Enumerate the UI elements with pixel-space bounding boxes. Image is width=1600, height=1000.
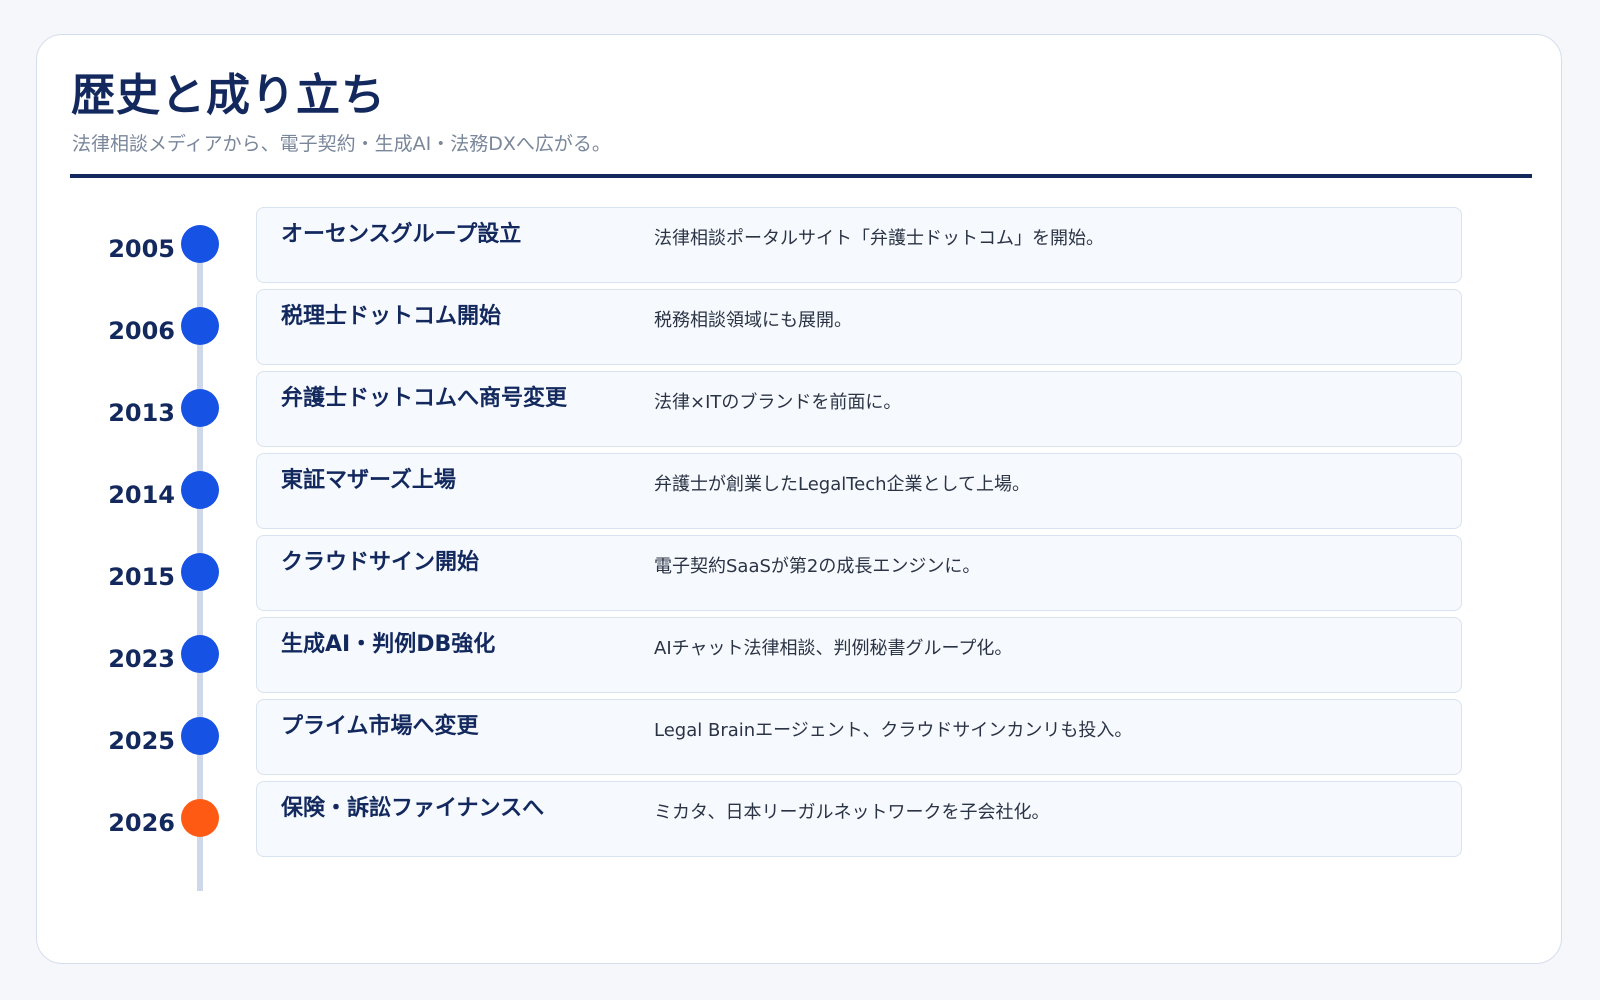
title-divider (70, 174, 1532, 178)
timeline-year: 2025 (108, 727, 175, 755)
timeline-event: クラウドサイン開始 (281, 550, 480, 575)
timeline-year: 2014 (108, 481, 175, 509)
timeline-dot (181, 553, 219, 591)
timeline-dot (181, 389, 219, 427)
timeline-row-2025: 2025 プライム市場へ変更 Legal Brainエージェント、クラウドサイン… (37, 699, 1563, 775)
timeline-card: オーセンスグループ設立 法律相談ポータルサイト「弁護士ドットコム」を開始。 (256, 207, 1462, 283)
timeline-card: クラウドサイン開始 電子契約SaaSが第2の成長エンジンに。 (256, 535, 1462, 611)
timeline-description: 法律×ITのブランドを前面に。 (654, 392, 902, 413)
timeline-card: 税理士ドットコム開始 税務相談領域にも展開。 (256, 289, 1462, 365)
timeline-description: 弁護士が創業したLegalTech企業として上場。 (654, 474, 1031, 495)
timeline-event: 東証マザーズ上場 (281, 468, 456, 493)
timeline-row-2015: 2015 クラウドサイン開始 電子契約SaaSが第2の成長エンジンに。 (37, 535, 1563, 611)
timeline-description: Legal Brainエージェント、クラウドサインカンリも投入。 (654, 720, 1133, 741)
timeline-dot (181, 471, 219, 509)
timeline-row-2026: 2026 保険・訴訟ファイナンスへ ミカタ、日本リーガルネットワークを子会社化。 (37, 781, 1563, 857)
timeline-year: 2006 (108, 317, 175, 345)
timeline-event: 生成AI・判例DB強化 (281, 632, 496, 657)
timeline-card: プライム市場へ変更 Legal Brainエージェント、クラウドサインカンリも投… (256, 699, 1462, 775)
timeline-card: 東証マザーズ上場 弁護士が創業したLegalTech企業として上場。 (256, 453, 1462, 529)
timeline-row-2014: 2014 東証マザーズ上場 弁護士が創業したLegalTech企業として上場。 (37, 453, 1563, 529)
timeline-description: AIチャット法律相談、判例秘書グループ化。 (654, 638, 1013, 659)
timeline-dot (181, 225, 219, 263)
timeline-dot (181, 635, 219, 673)
timeline-dot (181, 717, 219, 755)
timeline-row-2013: 2013 弁護士ドットコムへ商号変更 法律×ITのブランドを前面に。 (37, 371, 1563, 447)
timeline-dot (181, 307, 219, 345)
timeline-year: 2026 (108, 809, 175, 837)
timeline-card: 保険・訴訟ファイナンスへ ミカタ、日本リーガルネットワークを子会社化。 (256, 781, 1462, 857)
timeline-dot-highlight (181, 799, 219, 837)
timeline-year: 2015 (108, 563, 175, 591)
timeline-event: 弁護士ドットコムへ商号変更 (281, 386, 568, 411)
timeline-card: 生成AI・判例DB強化 AIチャット法律相談、判例秘書グループ化。 (256, 617, 1462, 693)
timeline-year: 2023 (108, 645, 175, 673)
timeline-year: 2013 (108, 399, 175, 427)
timeline-description: 税務相談領域にも展開。 (654, 310, 852, 331)
timeline-event: 税理士ドットコム開始 (281, 304, 502, 329)
timeline-description: 電子契約SaaSが第2の成長エンジンに。 (654, 556, 981, 577)
page-subtitle: 法律相談メディアから、電子契約・生成AI・法務DXへ広がる。 (72, 133, 611, 155)
page-title: 歴史と成り立ち (71, 70, 386, 121)
timeline-event: オーセンスグループ設立 (281, 222, 522, 247)
timeline-row-2006: 2006 税理士ドットコム開始 税務相談領域にも展開。 (37, 289, 1563, 365)
timeline-row-2005: 2005 オーセンスグループ設立 法律相談ポータルサイト「弁護士ドットコム」を開… (37, 207, 1563, 283)
timeline-year: 2005 (108, 235, 175, 263)
timeline-event: プライム市場へ変更 (281, 714, 479, 739)
timeline-description: 法律相談ポータルサイト「弁護士ドットコム」を開始。 (654, 228, 1104, 249)
timeline-row-2023: 2023 生成AI・判例DB強化 AIチャット法律相談、判例秘書グループ化。 (37, 617, 1563, 693)
slide-panel: 歴史と成り立ち 法律相談メディアから、電子契約・生成AI・法務DXへ広がる。 2… (36, 34, 1562, 964)
timeline-description: ミカタ、日本リーガルネットワークを子会社化。 (654, 802, 1050, 823)
timeline-card: 弁護士ドットコムへ商号変更 法律×ITのブランドを前面に。 (256, 371, 1462, 447)
timeline-event: 保険・訴訟ファイナンスへ (281, 796, 545, 821)
